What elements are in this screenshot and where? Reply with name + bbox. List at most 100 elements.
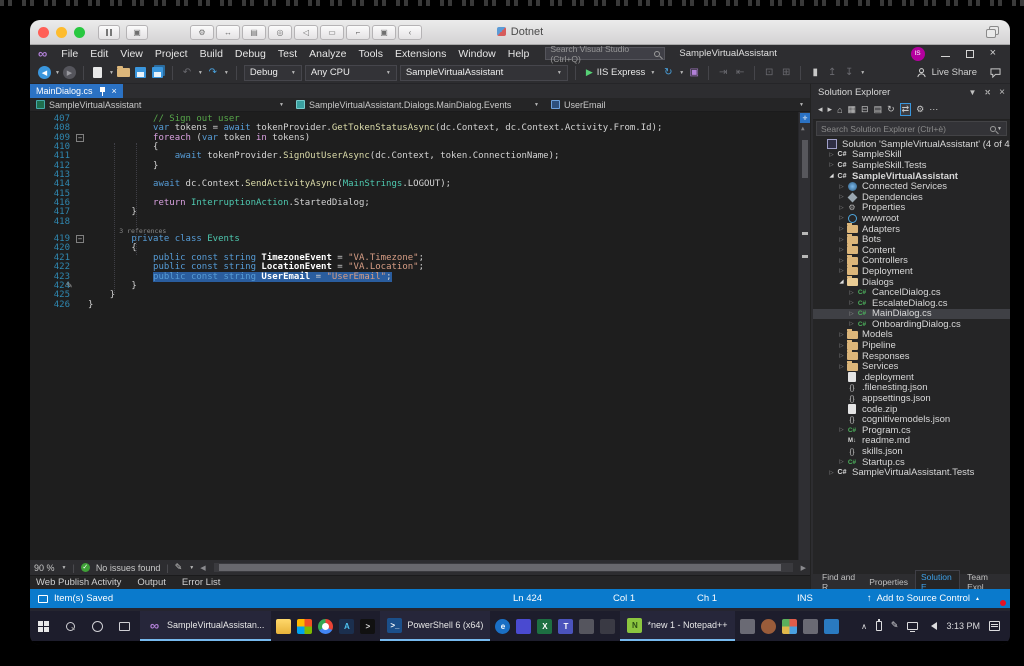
step-into-icon[interactable]: ⇥ [716, 66, 730, 80]
minimize-traffic-light[interactable] [56, 27, 67, 38]
navigate-forward-icon[interactable]: ▶ [63, 66, 76, 79]
tree-item-connected-services[interactable]: ▷Connected Services [813, 181, 1010, 192]
archive-app-icon[interactable] [800, 611, 821, 641]
tree-item-solution-samplevirtualassistant-4-of-4-projects-[interactable]: Solution 'SampleVirtualAssistant' (4 of … [813, 139, 1010, 150]
menu-test[interactable]: Test [272, 48, 303, 60]
sync-with-active-document-icon[interactable]: ⇄ [900, 103, 912, 116]
new-file-icon[interactable] [93, 67, 102, 78]
powershell-task[interactable]: >_PowerShell 6 (x64) [380, 611, 490, 641]
menu-tools[interactable]: Tools [353, 48, 390, 60]
chrome-icon[interactable] [315, 611, 336, 641]
pen-icon[interactable]: ✎ [891, 621, 899, 631]
tree-item-canceldialog-cs[interactable]: ▷C#CancelDialog.cs [813, 287, 1010, 298]
bookmark-icon[interactable]: ▮ [808, 66, 822, 80]
breadcrumb-type-dropdown[interactable]: SampleVirtualAssistant.Dialogs.MainDialo… [290, 98, 545, 111]
collapse-region-icon[interactable]: − [76, 235, 84, 243]
panel-tab-output[interactable]: Output [137, 577, 166, 588]
volume-icon[interactable]: ◁ [294, 25, 318, 40]
tree-item-dependencies[interactable]: ▷Dependencies [813, 192, 1010, 203]
zoom-traffic-light[interactable] [74, 27, 85, 38]
editor-vertical-scrollbar[interactable]: ✛ ▲ [798, 112, 810, 560]
collapsed-arrow-icon[interactable]: ▷ [827, 152, 836, 158]
tree-item-maindialog-cs[interactable]: ▷C#MainDialog.cs [813, 309, 1010, 320]
tab-maindialog[interactable]: MainDialog.cs × [30, 84, 123, 98]
collapsed-arrow-icon[interactable]: ▷ [837, 364, 846, 370]
collapsed-arrow-icon[interactable]: ▷ [837, 427, 846, 433]
tree-item-code-zip[interactable]: code.zip [813, 404, 1010, 415]
resize-arrows-icon[interactable]: ↔ [216, 25, 240, 40]
start-button[interactable] [30, 611, 57, 641]
visual-studio-task[interactable]: ∞SampleVirtualAssistan... [140, 611, 271, 641]
tree-item--filenesting-json[interactable]: {}.filenesting.json [813, 383, 1010, 394]
tree-item-bots[interactable]: ▷Bots [813, 234, 1010, 245]
tree-item-models[interactable]: ▷Models [813, 330, 1010, 341]
redo-icon[interactable]: ↷ [206, 66, 220, 80]
code-cleanup-icon[interactable]: ✎ [175, 563, 183, 573]
collapsed-arrow-icon[interactable]: ▷ [847, 311, 856, 317]
menu-window[interactable]: Window [452, 48, 501, 60]
collapsed-arrow-icon[interactable]: ▷ [837, 226, 846, 232]
window-position-icon[interactable]: ▼ [969, 88, 977, 97]
pin-icon[interactable] [99, 87, 106, 96]
collapsed-arrow-icon[interactable]: ▷ [837, 237, 846, 243]
remote-app-icon[interactable] [737, 611, 758, 641]
code-editor[interactable]: 407 // Sign out user408 var tokens = awa… [30, 112, 810, 560]
vs-search-input[interactable]: Search Visual Studio (Ctrl+Q) [545, 47, 665, 60]
tree-item-controllers[interactable]: ▷Controllers [813, 256, 1010, 267]
refresh-icon[interactable]: ↻ [887, 104, 895, 115]
comment-icon[interactable]: ⊞ [779, 66, 793, 80]
collapse-toolbar-icon[interactable]: ‹ [398, 25, 422, 40]
back-icon[interactable]: ◂ [818, 104, 823, 115]
menu-extensions[interactable]: Extensions [389, 48, 452, 60]
volume-icon[interactable] [927, 622, 937, 630]
tree-item-samplevirtualassistant[interactable]: ◢C#SampleVirtualAssistant [813, 171, 1010, 182]
collapsed-arrow-icon[interactable]: ▷ [837, 353, 846, 359]
tree-item-readme-md[interactable]: M↓readme.md [813, 436, 1010, 447]
notepad-plus-plus-task[interactable]: N*new 1 - Notepad++ [620, 611, 734, 641]
solution-explorer-search-input[interactable]: Search Solution Explorer (Ctrl+è) ▼ [816, 121, 1007, 136]
collapsed-arrow-icon[interactable]: ▷ [837, 332, 846, 338]
find-in-files-icon[interactable]: ⊡ [762, 66, 776, 80]
menu-edit[interactable]: Edit [84, 48, 114, 60]
safari-icon[interactable] [758, 611, 779, 641]
tree-item-services[interactable]: ▷Services [813, 361, 1010, 372]
menu-build[interactable]: Build [194, 48, 229, 60]
live-share-button[interactable]: Live Share [916, 67, 977, 78]
panel-tab-error-list[interactable]: Error List [182, 577, 221, 588]
tree-item-samplevirtualassistant-tests[interactable]: ▷C#SampleVirtualAssistant.Tests [813, 467, 1010, 478]
switch-views-icon[interactable]: ▦ [848, 104, 857, 115]
restore-button[interactable] [966, 50, 974, 58]
breadcrumb-project-dropdown[interactable]: SampleVirtualAssistant▼ [30, 98, 290, 111]
collapsed-arrow-icon[interactable]: ▷ [837, 268, 846, 274]
overflow-icon[interactable]: ⋯ [929, 104, 938, 115]
home-icon[interactable]: ⌂ [837, 105, 842, 115]
outdent-icon[interactable]: ↧ [842, 66, 856, 80]
collapsed-arrow-icon[interactable]: ▷ [837, 184, 846, 190]
panel-tab-properties[interactable]: Properties [864, 576, 913, 588]
snapshot-button[interactable]: ▣ [126, 25, 148, 40]
tree-item-appsettings-json[interactable]: {}appsettings.json [813, 393, 1010, 404]
step-over-icon[interactable]: ⇤ [733, 66, 747, 80]
battery-icon[interactable] [876, 621, 882, 631]
tree-item-properties[interactable]: ▷⚙Properties [813, 203, 1010, 214]
task-view-icon[interactable] [111, 611, 138, 641]
startup-project-select[interactable]: SampleVirtualAssistant▼ [400, 65, 568, 81]
solution-configuration-select[interactable]: Debug▼ [244, 65, 302, 81]
cortana-icon[interactable] [84, 611, 111, 641]
plugin-app-icon[interactable] [576, 611, 597, 641]
edge-icon[interactable]: e [492, 611, 513, 641]
network-icon[interactable] [907, 622, 918, 630]
azure-storage-explorer-icon[interactable]: A [336, 611, 357, 641]
tree-item-skills-json[interactable]: {}skills.json [813, 446, 1010, 457]
scroll-left-icon[interactable]: ◀ [200, 564, 205, 572]
tree-item-wwwroot[interactable]: ▷wwwroot [813, 213, 1010, 224]
tree-item-sampleskill-tests[interactable]: ▷C#SampleSkill.Tests [813, 160, 1010, 171]
solution-platform-select[interactable]: Any CPU▼ [305, 65, 397, 81]
close-panel-icon[interactable]: × [999, 87, 1005, 98]
save-all-icon[interactable] [152, 67, 163, 78]
tree-item-adapters[interactable]: ▷Adapters [813, 224, 1010, 235]
collapsed-arrow-icon[interactable]: ▷ [837, 258, 846, 264]
menu-project[interactable]: Project [149, 48, 194, 60]
close-traffic-light[interactable] [38, 27, 49, 38]
microsoft-store-icon[interactable] [294, 611, 315, 641]
